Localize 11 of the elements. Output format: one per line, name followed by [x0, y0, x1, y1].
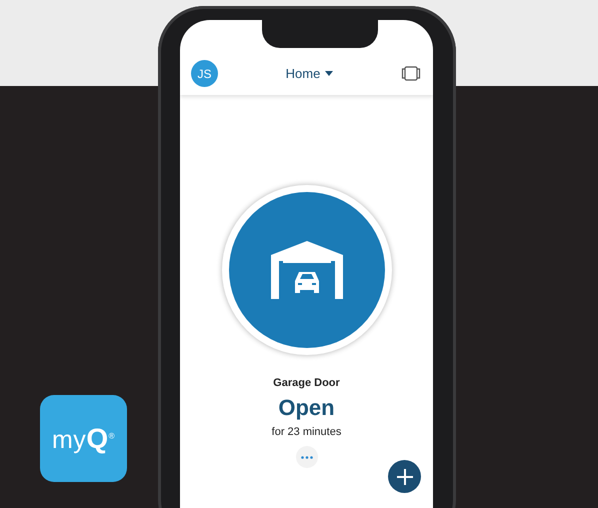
app-logo: myQ$^{®}$: [52, 422, 115, 454]
more-icon: [300, 456, 312, 458]
device-name: Garage Door: [273, 377, 340, 389]
caret-icon: [325, 71, 334, 76]
state-duration: for 23 minutes: [272, 426, 342, 438]
location-dropdown[interactable]: Home: [284, 62, 336, 85]
devices-icon[interactable]: [401, 66, 421, 81]
garage-car-icon: [270, 241, 342, 299]
more-button[interactable]: [296, 446, 318, 468]
plus-icon: [396, 468, 412, 484]
door-state: Open: [278, 395, 335, 421]
